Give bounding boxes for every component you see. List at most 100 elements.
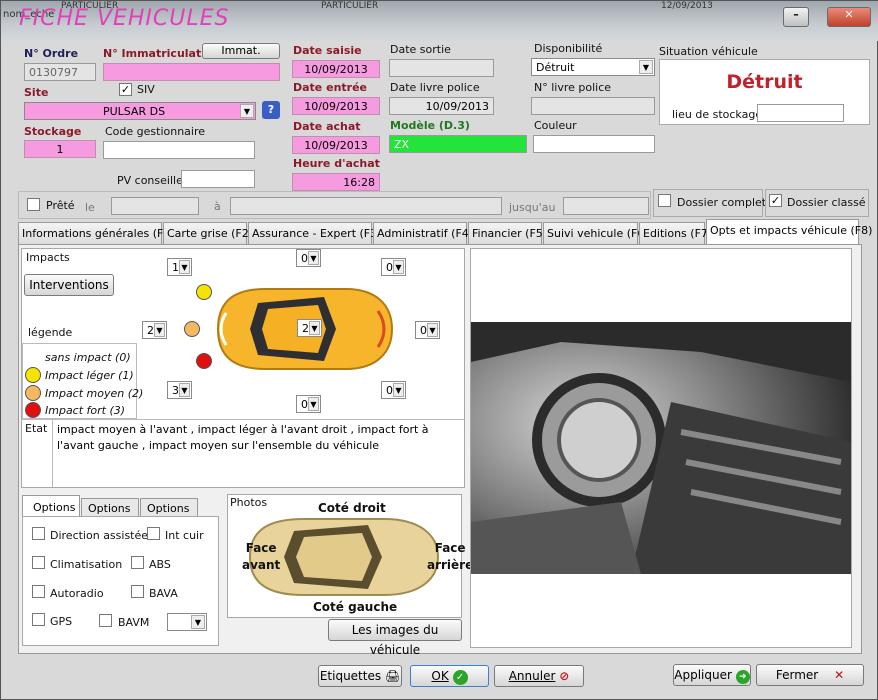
cote-droit-label[interactable]: Coté droit bbox=[318, 501, 386, 515]
legend-item-light: Impact léger (1) bbox=[45, 369, 134, 382]
annuler-button[interactable]: Annuler ⊘ bbox=[494, 665, 584, 687]
immat-button[interactable]: Immat. bbox=[202, 43, 280, 59]
impact-select-front-right[interactable]: 1 ▼ bbox=[167, 258, 192, 276]
heure-achat-field[interactable]: 16:28 bbox=[292, 173, 380, 191]
option-label: Autoradio bbox=[50, 587, 104, 600]
situation-label: Situation véhicule bbox=[659, 45, 758, 58]
disponibilite-select[interactable]: Détruit ▼ bbox=[531, 58, 655, 76]
tab-opts-impacts[interactable]: Opts et impacts véhicule (F8) bbox=[706, 219, 872, 245]
prete-a-field[interactable] bbox=[230, 197, 502, 215]
fermer-button[interactable]: Fermer ✕ bbox=[756, 664, 864, 686]
tab-carte-grise[interactable]: Carte grise (F2) bbox=[163, 222, 253, 244]
couleur-field[interactable] bbox=[533, 135, 655, 153]
immat-field[interactable] bbox=[103, 63, 280, 81]
stockage-field[interactable]: 1 bbox=[24, 140, 96, 158]
impact-select-front-left[interactable]: 3 ▼ bbox=[167, 381, 192, 399]
close-icon: ✕ bbox=[834, 668, 845, 682]
dossier-classe-label: Dossier classé bbox=[787, 196, 866, 209]
help-icon[interactable]: ? bbox=[262, 101, 280, 119]
option-checkbox[interactable] bbox=[32, 613, 45, 626]
option-label: BAVM bbox=[118, 616, 150, 629]
option-checkbox[interactable] bbox=[32, 585, 45, 598]
modele-field[interactable]: ZX bbox=[389, 135, 527, 153]
tab-options-2[interactable]: Options 2 bbox=[81, 498, 139, 528]
lieu-stockage-field[interactable] bbox=[757, 104, 844, 122]
chevron-down-icon: ▼ bbox=[179, 383, 190, 397]
face-avant-label[interactable]: Face avant bbox=[242, 540, 280, 574]
chevron-down-icon: ▼ bbox=[309, 321, 320, 335]
ordre-field[interactable]: 0130797 bbox=[24, 63, 96, 81]
chevron-down-icon: ▼ bbox=[240, 104, 254, 118]
apply-arrow-icon: ➜ bbox=[735, 670, 750, 684]
prete-checkbox[interactable] bbox=[27, 198, 40, 211]
livre-police-label: N° livre police bbox=[534, 81, 612, 94]
etat-text[interactable]: impact moyen à l'avant , impact léger à … bbox=[57, 422, 457, 454]
pv-conseille-field[interactable] bbox=[181, 170, 255, 188]
option-checkbox[interactable] bbox=[32, 527, 45, 540]
window-title: FICHE VEHICULES bbox=[19, 6, 230, 31]
tab-options-3[interactable]: Options 3 bbox=[140, 498, 198, 528]
dossier-classe-checkbox[interactable]: ✓ bbox=[769, 194, 782, 207]
siv-checkbox[interactable]: ✓ bbox=[119, 83, 132, 96]
a-label: à bbox=[214, 200, 221, 213]
situation-box: Détruit lieu de stockage bbox=[659, 59, 870, 125]
tab-suivi-vehicule[interactable]: Suivi vehicule (F6) bbox=[543, 222, 649, 244]
prete-le-field[interactable] bbox=[111, 197, 199, 215]
date-achat-label: Date achat bbox=[293, 120, 361, 133]
tab-options[interactable]: Options bbox=[22, 495, 80, 517]
tab-financier[interactable]: Financier (F5) bbox=[468, 222, 547, 244]
chevron-down-icon: ▼ bbox=[191, 615, 205, 629]
code-gestionnaire-field[interactable] bbox=[103, 141, 255, 159]
option-label: BAVA bbox=[149, 587, 178, 600]
date-livre-field[interactable]: 10/09/2013 bbox=[389, 97, 494, 115]
option-checkbox[interactable] bbox=[131, 585, 144, 598]
site-label: Site bbox=[24, 86, 49, 99]
images-vehicule-button[interactable]: Les images du véhicule bbox=[328, 619, 462, 657]
chevron-down-icon: ▼ bbox=[427, 323, 438, 337]
impact-select-global[interactable]: 2 ▼ bbox=[297, 319, 322, 337]
close-window-button[interactable]: ✕ bbox=[827, 7, 871, 27]
tab-assurance-expert[interactable]: Assurance - Expert (F3) bbox=[248, 222, 381, 244]
modele-label: Modèle (D.3) bbox=[390, 119, 470, 132]
date-achat-field[interactable]: 10/09/2013 bbox=[292, 136, 380, 154]
ok-button[interactable]: OK ✓ bbox=[410, 665, 489, 687]
tab-informations-generales[interactable]: Informations générales (F1) bbox=[18, 222, 175, 244]
site-select[interactable]: PULSAR DS ▼ bbox=[24, 102, 256, 120]
chevron-down-icon: ▼ bbox=[393, 260, 404, 274]
siv-label: SIV bbox=[137, 83, 155, 96]
date-sortie-field[interactable] bbox=[389, 59, 494, 77]
impact-select-left[interactable]: 0 ▼ bbox=[296, 395, 321, 413]
impact-select-front[interactable]: 2 ▼ bbox=[142, 321, 167, 339]
impact-select-right[interactable]: 0 ▼ bbox=[296, 249, 321, 267]
prete-jusquau-field[interactable] bbox=[563, 197, 649, 215]
impact-select-rear-left[interactable]: 0 ▼ bbox=[381, 381, 406, 399]
date-sortie-label: Date sortie bbox=[390, 43, 451, 56]
tab-administratif[interactable]: Administratif (F4) bbox=[373, 222, 473, 244]
impact-select-rear-right[interactable]: 0 ▼ bbox=[381, 258, 406, 276]
date-entree-field[interactable]: 10/09/2013 bbox=[292, 97, 380, 115]
option-checkbox[interactable] bbox=[147, 527, 160, 540]
minimize-button[interactable]: – bbox=[783, 7, 809, 27]
tab-editions[interactable]: Editions (F7) bbox=[639, 222, 712, 244]
dossier-complet-checkbox[interactable] bbox=[658, 194, 671, 207]
heure-achat-label: Heure d'achat bbox=[293, 157, 380, 170]
option-label: GPS bbox=[50, 615, 73, 628]
le-label: le bbox=[85, 201, 95, 214]
prete-label: Prêté bbox=[46, 199, 75, 212]
option-checkbox[interactable] bbox=[99, 614, 112, 627]
livre-police-field[interactable] bbox=[531, 97, 655, 115]
date-saisie-field[interactable]: 10/09/2013 bbox=[292, 60, 380, 78]
option-checkbox[interactable] bbox=[131, 556, 144, 569]
interventions-button[interactable]: Interventions bbox=[24, 274, 114, 296]
bavm-select[interactable]: ▼ bbox=[167, 613, 207, 631]
appliquer-button[interactable]: Appliquer ➜ bbox=[673, 664, 751, 686]
close-icon: ✕ bbox=[844, 8, 854, 21]
impact-select-rear[interactable]: 0 ▼ bbox=[415, 321, 440, 339]
face-arriere-label[interactable]: Face arrière bbox=[427, 540, 473, 574]
legend-item-strong: Impact fort (3) bbox=[45, 404, 126, 417]
option-checkbox[interactable] bbox=[32, 556, 45, 569]
dossier-complet-label: Dossier complet bbox=[677, 196, 767, 209]
etiquettes-button[interactable]: Etiquettes 🖨 bbox=[318, 665, 402, 687]
cote-gauche-label[interactable]: Coté gauche bbox=[313, 600, 397, 614]
check-icon: ✓ bbox=[452, 670, 468, 685]
